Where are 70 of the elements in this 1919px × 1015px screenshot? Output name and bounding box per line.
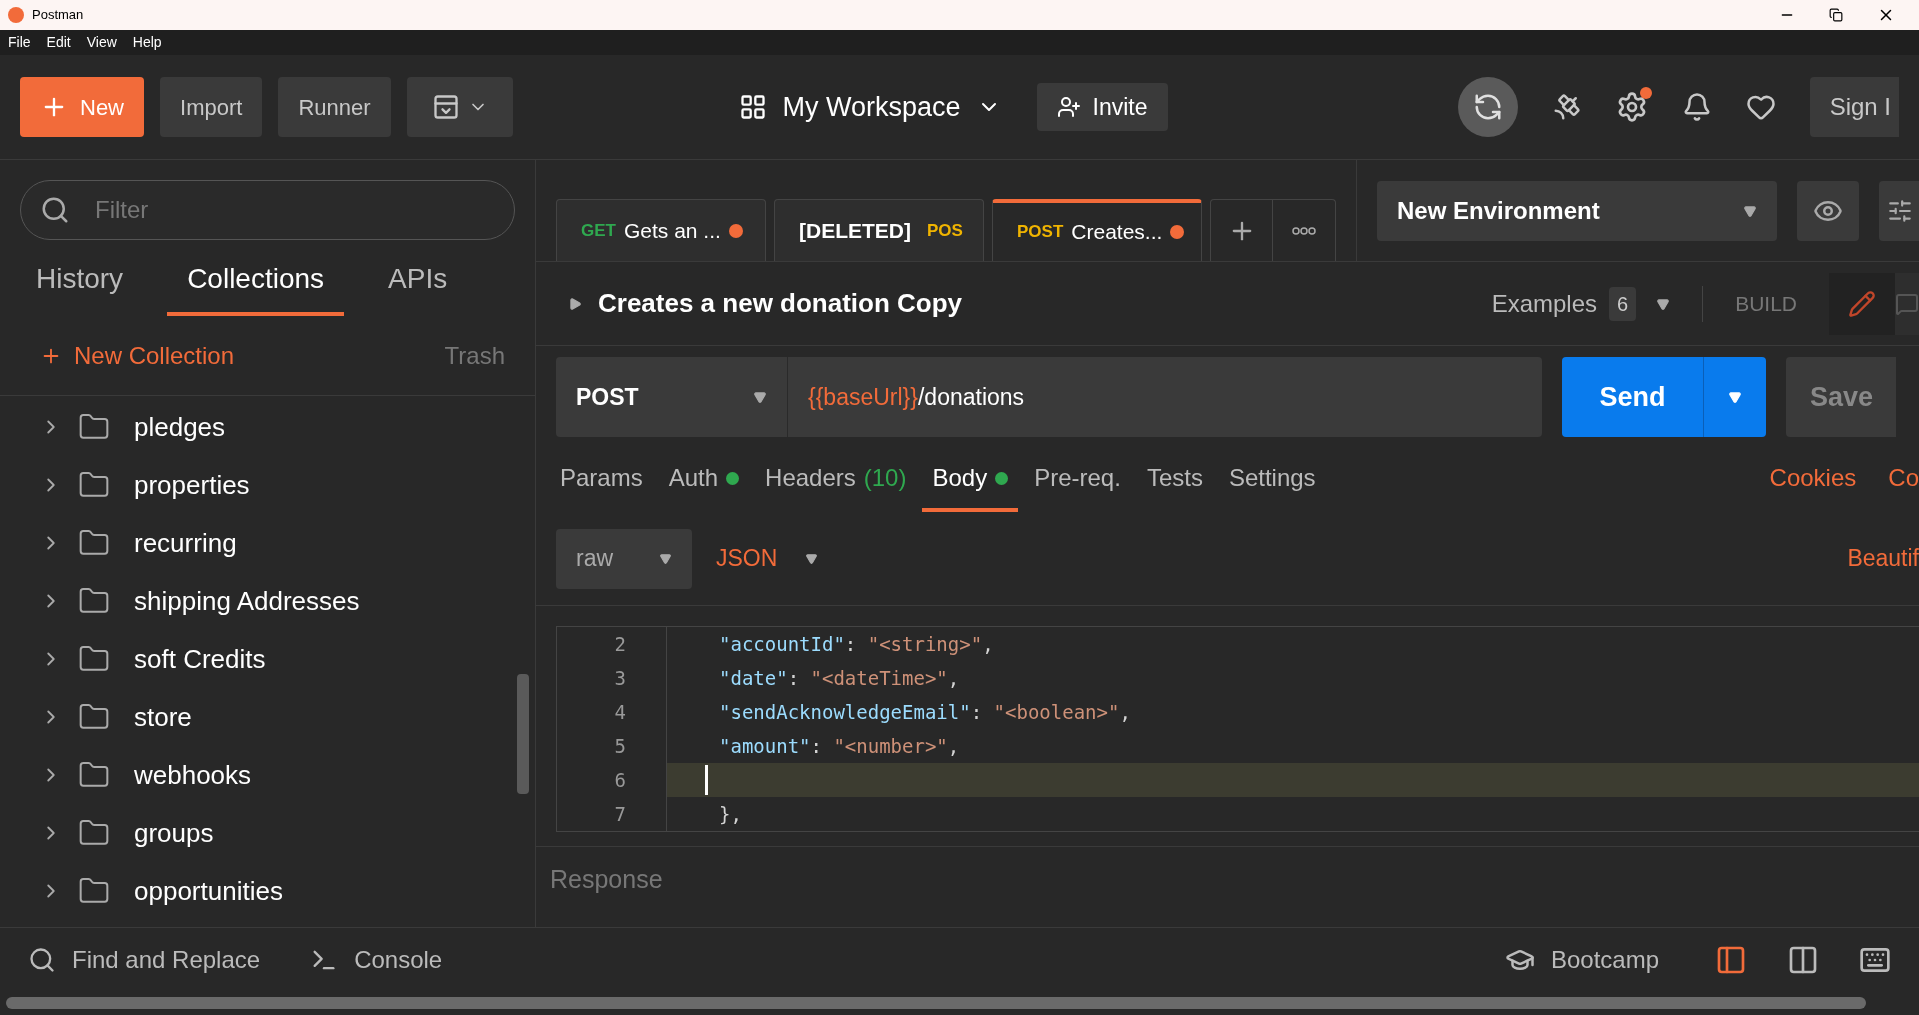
request-tab[interactable]: GET Gets an ...: [556, 199, 766, 261]
url-field[interactable]: {{baseUrl}}/donations: [788, 357, 1542, 437]
sidebar-tab[interactable]: Collections: [167, 258, 345, 316]
beautify-link[interactable]: Beautif: [1847, 541, 1919, 576]
menu-item[interactable]: View: [86, 32, 117, 53]
code-line: "date": "<dateTime>",: [718, 665, 961, 691]
code-line: },: [718, 801, 743, 827]
folder-name: pledges: [134, 411, 226, 443]
sign-in-button[interactable]: Sign I: [1809, 77, 1899, 137]
find-replace-button[interactable]: Find and Replace: [28, 941, 261, 978]
import-button[interactable]: Import: [160, 77, 263, 137]
folder-item[interactable]: soft Credits: [0, 630, 517, 688]
request-option-tab[interactable]: Pre-req.: [1024, 460, 1131, 512]
folder-item[interactable]: opportunities: [0, 862, 517, 920]
folder-name: soft Credits: [134, 643, 266, 675]
request-title: Creates a new donation Copy: [598, 287, 963, 320]
line-number: 3: [613, 665, 627, 691]
workspace-selector[interactable]: My Workspace: [738, 86, 1001, 128]
code-line: "sendAcknowledgeEmail": "<boolean>",: [718, 699, 1132, 725]
examples-label[interactable]: Examples: [1491, 285, 1597, 322]
line-number: 6: [613, 767, 627, 793]
folder-item[interactable]: recurring: [0, 514, 517, 572]
header-link[interactable]: Co: [1888, 460, 1919, 496]
menu-item[interactable]: Help: [132, 32, 162, 53]
examples-count: 6: [1609, 286, 1637, 321]
folder-item[interactable]: groups: [0, 804, 517, 862]
bootcamp-button[interactable]: Bootcamp: [1504, 941, 1659, 978]
menu-item[interactable]: Edit: [46, 32, 71, 53]
folder-item[interactable]: shipping Addresses: [0, 572, 517, 630]
request-option-tab[interactable]: Params: [550, 460, 653, 512]
folder-name: recurring: [134, 527, 237, 559]
code-line: "accountId": "<string>",: [718, 631, 995, 657]
line-number: 7: [613, 801, 627, 827]
folder-name: webhooks: [134, 759, 252, 791]
folder-name: properties: [134, 469, 250, 501]
sidebar-tab[interactable]: History: [16, 258, 144, 316]
request-option-tab[interactable]: Body: [922, 460, 1019, 512]
window-title: Postman: [32, 6, 84, 25]
line-number: 5: [613, 733, 627, 759]
response-label: Response: [550, 864, 663, 895]
folder-item[interactable]: webhooks: [0, 746, 517, 804]
folder-item[interactable]: store: [0, 688, 517, 746]
request-option-tab[interactable]: Headers (10): [755, 460, 917, 512]
method-selector[interactable]: POST: [556, 357, 788, 437]
sidebar-tab[interactable]: APIs: [368, 258, 468, 316]
request-option-tab[interactable]: Settings: [1218, 460, 1326, 512]
request-option-tab[interactable]: Auth: [658, 460, 750, 512]
environment-selector[interactable]: New Environment: [1377, 180, 1777, 241]
folder-item[interactable]: properties: [0, 456, 517, 514]
folder-name: store: [134, 701, 192, 733]
menu-item[interactable]: File: [8, 32, 31, 53]
folder-item[interactable]: pledges: [0, 398, 517, 456]
console-button[interactable]: Console: [310, 941, 443, 978]
code-editor[interactable]: 2 3 4 5 6 7 "accountId": "<string>", "date": "<dateTime>", "sendAcknowledgeEmail": "<boolean>", "amount": "<number>", },: [556, 626, 1919, 832]
filter-field[interactable]: Filter: [20, 180, 515, 240]
header-link[interactable]: Cookies: [1769, 460, 1857, 496]
body-mode-selector[interactable]: raw: [556, 528, 692, 589]
code-line: "amount": "<number>",: [718, 733, 961, 759]
folder-name: groups: [134, 817, 214, 849]
runner-button[interactable]: Runner: [278, 77, 391, 137]
invite-button[interactable]: Invite: [1036, 83, 1168, 131]
new-collection-button[interactable]: New Collection: [40, 337, 235, 374]
folder-name: shipping Addresses: [134, 585, 360, 617]
line-number: 2: [613, 631, 627, 657]
folder-name: opportunities: [134, 875, 283, 907]
request-option-tab[interactable]: Tests: [1136, 460, 1213, 512]
format-selector[interactable]: JSON: [716, 541, 819, 576]
request-tab[interactable]: POST Creates...: [992, 199, 1202, 261]
line-number: 4: [613, 699, 627, 725]
request-tab[interactable]: [DELETED] POS: [774, 199, 984, 261]
